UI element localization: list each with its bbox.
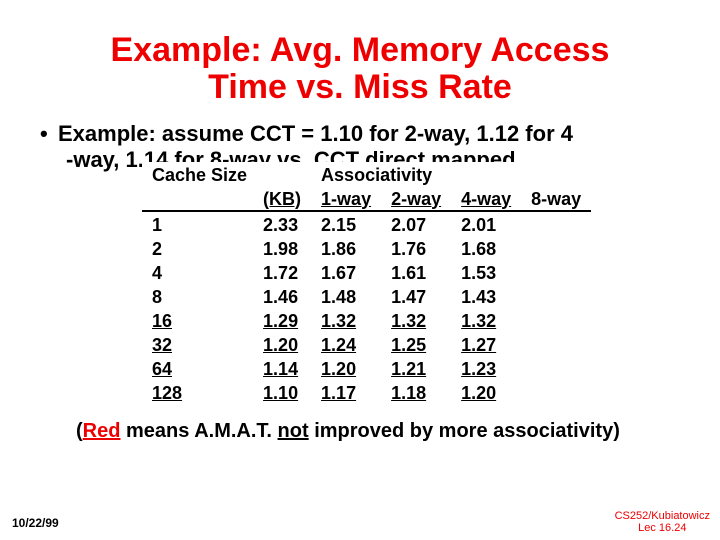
table-cell: 16: [142, 308, 253, 332]
table-cell: 32: [142, 332, 253, 356]
table-row: 12.332.152.072.01: [142, 211, 591, 236]
table-cell: 1.20: [311, 356, 381, 380]
table-cell: 1.47: [381, 284, 451, 308]
table-cell: 1.76: [381, 236, 451, 260]
h2-2w: 2-way: [381, 186, 451, 211]
table-cell: 1.48: [311, 284, 381, 308]
table-hdr1: Cache Size Associativity: [142, 162, 591, 186]
note-not: not: [278, 420, 309, 442]
bullet-text-a: Example: assume CCT = 1.10 for 2-way, 1.…: [58, 121, 573, 146]
table-cell: [521, 236, 591, 260]
table-cell: 1.18: [381, 380, 451, 404]
h-cachesize: Cache Size: [142, 162, 253, 186]
table-row: 161.291.321.321.32: [142, 308, 591, 332]
h2-8w: 8-way: [521, 186, 591, 211]
table-cell: 1.17: [311, 380, 381, 404]
table-row: 41.721.671.611.53: [142, 260, 591, 284]
table-row: 81.461.481.471.43: [142, 284, 591, 308]
title-line-2: Time vs. Miss Rate: [208, 68, 512, 106]
table-cell: 1.20: [253, 332, 311, 356]
table-cell: [521, 356, 591, 380]
table-cell: 1.27: [451, 332, 521, 356]
table-cell: 8: [142, 284, 253, 308]
table-cell: 1.46: [253, 284, 311, 308]
table-cell: 1.72: [253, 260, 311, 284]
footer-date: 10/22/99: [12, 516, 59, 530]
table-cell: 1.68: [451, 236, 521, 260]
table-row: 321.201.241.251.27: [142, 332, 591, 356]
table-cell: 1.32: [311, 308, 381, 332]
table-row: 1281.101.171.181.20: [142, 380, 591, 404]
amat-table-main: Cache Size Associativity (KB) 1-way 2-wa…: [142, 162, 591, 404]
table-cell: 1: [142, 211, 253, 236]
title-line-1: Example: Avg. Memory Access: [111, 31, 610, 69]
h-blank: [253, 162, 311, 186]
footnote: (Red means A.M.A.T. not improved by more…: [76, 420, 688, 443]
bullet-dot: •: [40, 121, 58, 147]
table-cell: [521, 308, 591, 332]
credit-line-1: CS252/Kubiatowicz: [615, 510, 710, 522]
note-rest-a: means A.M.A.T.: [120, 420, 277, 442]
table-cell: [521, 380, 591, 404]
table-cell: 1.14: [253, 356, 311, 380]
amat-table-wrap: Cache Size Associativity (KB) 1-way 2-wa…: [142, 162, 688, 404]
table-cell: 1.32: [451, 308, 521, 332]
table-cell: 2.07: [381, 211, 451, 236]
table-row: 641.141.201.211.23: [142, 356, 591, 380]
h2-kb: (KB): [253, 186, 311, 211]
table-cell: 1.24: [311, 332, 381, 356]
table-cell: 1.23: [451, 356, 521, 380]
table-cell: 2: [142, 236, 253, 260]
note-open: (: [76, 420, 83, 442]
slide-title: Example: Avg. Memory Access Time vs. Mis…: [32, 32, 688, 107]
table-cell: 1.10: [253, 380, 311, 404]
note-rest-b: improved by more associativity): [309, 420, 620, 442]
table-cell: 1.20: [451, 380, 521, 404]
slide: Example: Avg. Memory Access Time vs. Mis…: [0, 0, 720, 540]
table-cell: [521, 211, 591, 236]
table-cell: 1.67: [311, 260, 381, 284]
h2-1w: 1-way: [311, 186, 381, 211]
table-cell: 1.61: [381, 260, 451, 284]
table-row: 21.981.861.761.68: [142, 236, 591, 260]
table-body: 12.332.152.072.0121.981.861.761.6841.721…: [142, 211, 591, 404]
table-cell: 1.43: [451, 284, 521, 308]
credit-line-2: Lec 16.24: [638, 522, 686, 534]
table-cell: [521, 284, 591, 308]
table-cell: [521, 332, 591, 356]
table-cell: 2.33: [253, 211, 311, 236]
table-cell: 2.01: [451, 211, 521, 236]
table-cell: 1.98: [253, 236, 311, 260]
table-cell: [521, 260, 591, 284]
credit-block: CS252/Kubiatowicz Lec 16.24: [615, 510, 710, 534]
table-cell: 1.53: [451, 260, 521, 284]
table-cell: 2.15: [311, 211, 381, 236]
table-cell: 1.32: [381, 308, 451, 332]
table-cell: 1.86: [311, 236, 381, 260]
note-red: Red: [83, 420, 121, 442]
table-cell: 1.21: [381, 356, 451, 380]
table-cell: 64: [142, 356, 253, 380]
table-cell: 1.29: [253, 308, 311, 332]
table-cell: 128: [142, 380, 253, 404]
h2-4w: 4-way: [451, 186, 521, 211]
h-assoc: Associativity: [311, 162, 591, 186]
table-hdr2: (KB) 1-way 2-way 4-way 8-way: [142, 186, 591, 211]
table-cell: 4: [142, 260, 253, 284]
h2-blank: [142, 186, 253, 211]
table-cell: 1.25: [381, 332, 451, 356]
